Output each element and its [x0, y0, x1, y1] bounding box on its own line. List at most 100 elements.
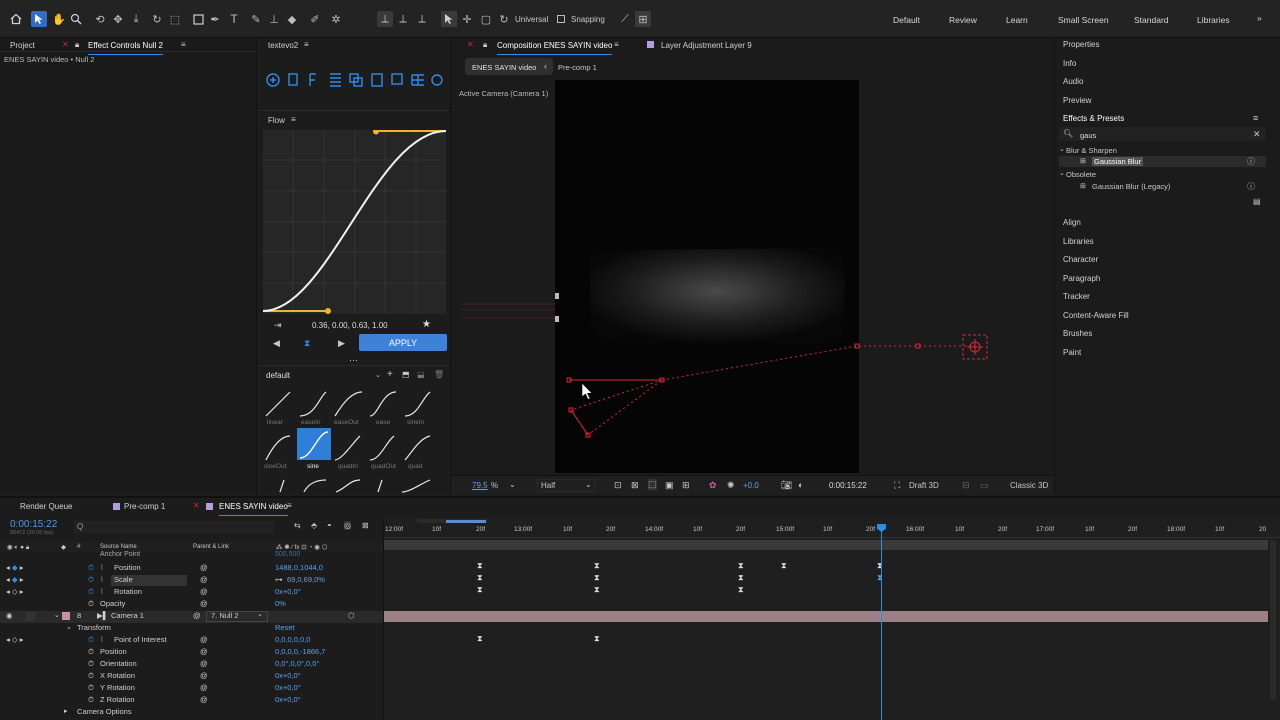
info-icon[interactable]: ⓘ [1247, 156, 1255, 167]
keyframe[interactable]: ⧗ [738, 562, 744, 570]
workspace-libraries[interactable]: Libraries [1197, 15, 1230, 25]
orbit-tool-icon[interactable]: ⟲ [92, 11, 108, 27]
local-axis-icon[interactable]: ⟂ [377, 11, 393, 27]
prop-value[interactable]: 0x+0,0° [275, 695, 301, 704]
panel-preview[interactable]: Preview [1063, 96, 1091, 105]
eraser-tool-icon[interactable]: ◆ [284, 11, 300, 27]
draft-3d-icon[interactable]: ⛶ [894, 480, 900, 491]
keyframe[interactable]: ⧗ [781, 562, 787, 570]
keyframe[interactable]: ⧗ [477, 574, 483, 582]
layer-bar-camera[interactable] [384, 611, 1268, 622]
chevron-down-icon[interactable]: ⌄ [1059, 145, 1065, 153]
chevron-right-icon[interactable]: ▸ [64, 707, 68, 715]
preset-quadin[interactable]: quadIn [338, 463, 358, 470]
workspace-review[interactable]: Review [949, 15, 977, 25]
panel-brushes[interactable]: Brushes [1063, 329, 1092, 338]
graph-editor-icon[interactable]: ⊠ [362, 521, 369, 530]
preset-easeout[interactable]: easeOut [334, 419, 359, 426]
breadcrumb-sub[interactable]: Pre-comp 1 [558, 63, 597, 72]
new-bin-icon[interactable]: ▤ [1253, 197, 1261, 206]
info-icon[interactable]: ⓘ [1247, 181, 1255, 192]
pen-tool-icon[interactable]: ✒ [207, 11, 223, 27]
time-graph[interactable]: 12:00f 10f 20f 13:00f 10f 20f 14:00f 10f… [383, 518, 1280, 720]
fit-icon[interactable]: ⊡ [614, 480, 622, 491]
pickwhip-icon[interactable]: @ [200, 683, 208, 692]
view-axis-icon[interactable]: ⟂ [414, 11, 430, 27]
preset-linear[interactable]: linear [267, 419, 283, 426]
apply-button[interactable]: APPLY [359, 334, 447, 351]
graph-icon[interactable]: ⌇ [100, 575, 104, 584]
parent-value[interactable]: 7. Null 2 [211, 611, 239, 620]
mirror-icon[interactable]: ⧗ [304, 338, 310, 349]
prop-value[interactable]: 0% [275, 599, 286, 608]
work-area-fill[interactable] [446, 520, 486, 523]
pickwhip-icon[interactable]: @ [200, 695, 208, 704]
3d-ground-icon[interactable]: ⊟ [962, 480, 970, 491]
keyframe-nav-icons[interactable]: ◂ ◇ ▸ [6, 587, 23, 596]
layer-bar-null[interactable] [384, 540, 1268, 550]
panel-menu-icon[interactable]: ≡ [287, 501, 292, 515]
tab-enes-sayin-video[interactable]: ENES SAYIN video [219, 502, 288, 516]
star-icon[interactable]: ★ [422, 319, 431, 330]
hand-tool-icon[interactable]: ✋ [51, 11, 67, 27]
puppet-tool-icon[interactable]: ✲ [328, 11, 344, 27]
universal-rotate-icon[interactable]: ↻ [496, 11, 512, 27]
pickwhip-icon[interactable]: @ [193, 611, 201, 620]
type-tool-icon[interactable]: T [226, 11, 242, 27]
export-preset-icon[interactable]: ⬓ [417, 370, 425, 379]
roto-brush-tool-icon[interactable]: ✐ [307, 11, 323, 27]
resolution-value[interactable]: Half [541, 481, 555, 490]
transparency-grid-icon[interactable]: ⊠ [631, 480, 639, 491]
import-icon[interactable]: ⇥ [274, 320, 282, 331]
extended-viewer-icon[interactable]: ▭ [980, 480, 989, 491]
tab-precomp-1[interactable]: Pre-comp 1 [124, 502, 165, 516]
selection-tool-icon[interactable] [31, 11, 47, 27]
playhead[interactable] [881, 524, 882, 720]
panel-tracker[interactable]: Tracker [1063, 292, 1090, 301]
keyframe[interactable]: ⧗ [738, 574, 744, 582]
prop-value[interactable]: 0x+0,0° [275, 683, 301, 692]
graph-icon[interactable]: ⌇ [100, 587, 104, 596]
category-blur-sharpen[interactable]: Blur & Sharpen [1066, 146, 1117, 155]
workspace-standard[interactable]: Standard [1134, 15, 1169, 25]
stopwatch-icon[interactable]: ⏱︎ [88, 635, 94, 645]
preset-sine[interactable]: sine [307, 463, 319, 470]
grid-icon[interactable]: ⊞ [682, 480, 690, 491]
keyframe-nav-icons[interactable]: ◂ ◇ ▸ [6, 635, 23, 644]
exposure-icon[interactable]: ✺ [727, 480, 735, 491]
panel-align[interactable]: Align [1063, 218, 1081, 227]
close-icon[interactable]: ✕ [193, 501, 200, 515]
keyframe[interactable]: ⧗ [594, 574, 600, 582]
keyframe[interactable]: ⧗ [594, 586, 600, 594]
graph-icon[interactable]: ⌇ [100, 635, 104, 644]
prev-icon[interactable]: ◀ [273, 338, 280, 349]
vertical-scrollbar[interactable] [1270, 540, 1276, 700]
stopwatch-icon[interactable]: ⏱︎ [88, 575, 94, 585]
prop-value[interactable]: 0,0,0,0,0,0 [275, 635, 310, 644]
snap-grid-icon[interactable]: ⊞ [635, 11, 651, 27]
row-camera-1[interactable]: ◉ ⌄ 8 ▶▌ Camera 1 @ 7. Null 2 ⌄ ⬡ [0, 611, 383, 623]
scale-box-icon[interactable]: ▢ [478, 11, 494, 27]
layer-name[interactable]: Camera 1 [111, 611, 144, 620]
brush-tool-icon[interactable]: ✎ [248, 11, 264, 27]
workspace-small-screen[interactable]: Small Screen [1058, 15, 1109, 25]
pickwhip-icon[interactable]: @ [200, 575, 208, 584]
panel-paint[interactable]: Paint [1063, 348, 1081, 357]
snap-selection-icon[interactable] [441, 11, 457, 27]
category-obsolete[interactable]: Obsolete [1066, 170, 1096, 179]
workspace-default[interactable]: Default [893, 15, 920, 25]
zoom-tool-icon[interactable] [68, 11, 84, 27]
panel-content-aware-fill[interactable]: Content-Aware Fill [1063, 311, 1129, 320]
comp-mini-flowchart-icon[interactable]: ⇆ [294, 521, 301, 530]
lock-icon[interactable]: 🔒︎ [483, 40, 487, 54]
panel-paragraph[interactable]: Paragraph [1063, 274, 1100, 283]
preset-quadout[interactable]: quadOut [371, 463, 396, 470]
more-workspaces-icon[interactable]: » [1257, 13, 1262, 23]
tab-textevo2[interactable]: textevo2 [268, 41, 298, 55]
preset-sineout[interactable]: sineOut [264, 463, 286, 470]
rectangle-tool-icon[interactable] [190, 11, 206, 27]
panel-menu-icon[interactable]: ≡ [291, 115, 296, 129]
keyframe[interactable]: ⧗ [594, 562, 600, 570]
snapping-label[interactable]: Snapping [571, 15, 605, 24]
panel-effects-presets[interactable]: Effects & Presets [1063, 114, 1124, 123]
